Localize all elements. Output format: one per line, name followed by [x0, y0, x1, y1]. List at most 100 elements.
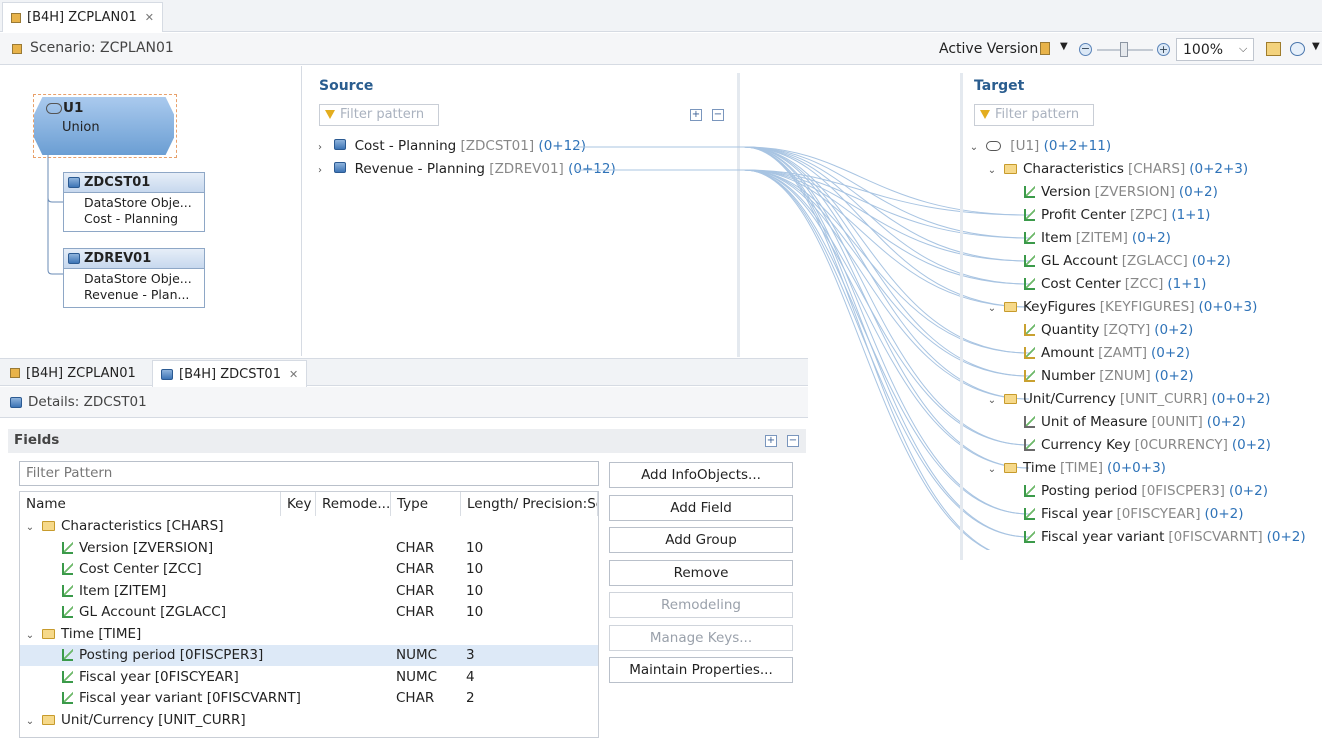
- chevron-down-icon[interactable]: ⌄: [986, 160, 998, 182]
- zoom-in-icon[interactable]: +: [1157, 43, 1170, 56]
- zoom-select[interactable]: 100% ⌵: [1176, 38, 1254, 61]
- collapse-all-icon[interactable]: −: [787, 435, 799, 447]
- zoom-out-icon[interactable]: −: [1079, 43, 1092, 56]
- tab-zcplan01[interactable]: [B4H] ZCPLAN01: [2, 360, 144, 386]
- zoom-slider-thumb[interactable]: [1120, 42, 1128, 57]
- field-name: GL Account [ZGLACC]: [79, 604, 226, 620]
- characteristic-icon: [62, 563, 73, 575]
- version-icon[interactable]: [1040, 42, 1050, 55]
- target-item-count: (0+2): [1231, 437, 1271, 453]
- fields-filter-input[interactable]: Filter Pattern: [19, 461, 599, 486]
- manage-keys-button[interactable]: Manage Keys...: [609, 624, 793, 651]
- target-field[interactable]: Quantity [ZQTY] (0+2): [1006, 319, 1193, 341]
- target-field[interactable]: GL Account [ZGLACC] (0+2): [1006, 250, 1231, 272]
- field-length: 2: [466, 690, 475, 706]
- target-group[interactable]: ⌄ Time [TIME] (0+0+3): [986, 457, 1166, 479]
- column-header-name[interactable]: Name: [20, 492, 281, 516]
- details-title: Details: ZDCST01: [28, 394, 147, 410]
- remodeling-button[interactable]: Remodeling: [609, 592, 793, 618]
- chevron-down-icon[interactable]: ▼: [1312, 41, 1320, 52]
- source-item-revenue[interactable]: › Revenue - Planning [ZDREV01] (0+12): [314, 158, 616, 180]
- datastore-icon: [334, 162, 347, 173]
- table-row[interactable]: ⌄ Characteristics [CHARS]: [20, 516, 598, 537]
- maintain-properties-button[interactable]: Maintain Properties...: [609, 657, 793, 683]
- target-group[interactable]: ⌄ KeyFigures [KEYFIGURES] (0+0+3): [986, 296, 1258, 320]
- characteristic-icon: [1024, 186, 1035, 198]
- chevron-right-icon[interactable]: ›: [314, 137, 326, 159]
- chevron-down-icon[interactable]: ▼: [1060, 41, 1068, 52]
- table-row[interactable]: Fiscal year [0FISCYEAR] NUMC 4: [20, 667, 598, 688]
- table-row[interactable]: ⌄ Time [TIME]: [20, 624, 598, 645]
- target-field[interactable]: Amount [ZAMT] (0+2): [1006, 342, 1190, 364]
- close-icon[interactable]: ✕: [289, 368, 298, 381]
- column-header-length[interactable]: Length/ Precision:Sca: [461, 492, 598, 516]
- target-group[interactable]: ⌄ Characteristics [CHARS] (0+2+3): [986, 158, 1248, 180]
- target-item-name: Unit/Currency: [1023, 391, 1116, 407]
- target-item-tech: [TIME]: [1060, 460, 1103, 476]
- tab-zdcst01[interactable]: [B4H] ZDCST01 ✕: [152, 360, 308, 387]
- search-icon[interactable]: [1290, 42, 1305, 56]
- target-field[interactable]: Profit Center [ZPC] (1+1): [1006, 204, 1210, 226]
- chevron-right-icon[interactable]: ›: [314, 160, 326, 182]
- target-group[interactable]: ⌄ Unit/Currency [UNIT_CURR] (0+0+2): [986, 388, 1271, 412]
- source-node-zdrev01[interactable]: ZDREV01 DataStore Obje... Revenue - Plan…: [63, 248, 205, 308]
- editor-tab-zcplan01[interactable]: [B4H] ZCPLAN01 ✕: [2, 2, 163, 32]
- remove-button[interactable]: Remove: [609, 559, 793, 586]
- table-row[interactable]: Fiscal year variant [0FISCVARNT] CHAR 2: [20, 688, 598, 709]
- source-filter-input[interactable]: Filter pattern: [319, 104, 439, 126]
- keyfigure-icon: [1024, 370, 1035, 382]
- table-row[interactable]: GL Account [ZGLACC] CHAR 10: [20, 602, 598, 623]
- target-field[interactable]: Fiscal year variant [0FISCVARNT] (0+2): [1006, 526, 1306, 548]
- target-item-tech: [ZCC]: [1124, 276, 1164, 292]
- column-header-type[interactable]: Type: [391, 492, 461, 516]
- chevron-down-icon[interactable]: ⌄: [986, 459, 998, 481]
- layout-icon[interactable]: [1266, 42, 1281, 56]
- chevron-down-icon[interactable]: ⌄: [24, 517, 36, 538]
- table-row[interactable]: Posting period [0FISCPER3] NUMC 3: [20, 645, 598, 666]
- source-node-zdcst01[interactable]: ZDCST01 DataStore Obje... Cost - Plannin…: [63, 172, 205, 232]
- column-header-key[interactable]: Key: [281, 492, 316, 516]
- target-filter-input[interactable]: Filter pattern: [974, 104, 1094, 126]
- target-item-count: (0+2): [1178, 184, 1218, 200]
- target-field[interactable]: Unit of Measure [0UNIT] (0+2): [1006, 411, 1246, 433]
- expand-all-icon[interactable]: +: [765, 435, 777, 447]
- chevron-down-icon[interactable]: ⌄: [24, 711, 36, 732]
- target-field[interactable]: Number [ZNUM] (0+2): [1006, 365, 1194, 387]
- chevron-down-icon[interactable]: ⌄: [968, 137, 980, 159]
- target-item-count: (0+2): [1131, 230, 1171, 246]
- node-type: DataStore Obje...: [84, 271, 192, 286]
- table-row[interactable]: Version [ZVERSION] CHAR 10: [20, 538, 598, 559]
- add-group-button[interactable]: Add Group: [609, 527, 793, 553]
- table-row[interactable]: ⌄ Unit/Currency [UNIT_CURR]: [20, 710, 598, 731]
- folder-icon: [1004, 463, 1017, 473]
- close-icon[interactable]: ✕: [145, 11, 154, 24]
- expand-all-icon[interactable]: +: [690, 109, 702, 121]
- target-item-tech: [ZQTY]: [1103, 322, 1151, 338]
- chevron-down-icon[interactable]: ⌄: [986, 298, 998, 320]
- target-item-name: GL Account: [1041, 253, 1118, 269]
- target-field[interactable]: Fiscal year [0FISCYEAR] (0+2): [1006, 503, 1244, 525]
- target-field[interactable]: Currency Key [0CURRENCY] (0+2): [1006, 434, 1271, 456]
- column-header-remodel[interactable]: Remode...: [316, 492, 391, 516]
- chevron-down-icon[interactable]: ⌄: [986, 390, 998, 412]
- add-field-button[interactable]: Add Field: [609, 494, 793, 521]
- chevron-down-icon[interactable]: ⌄: [24, 625, 36, 646]
- table-row[interactable]: Item [ZITEM] CHAR 10: [20, 581, 598, 602]
- target-item-count: (1+1): [1167, 276, 1207, 292]
- target-field[interactable]: Item [ZITEM] (0+2): [1006, 227, 1171, 249]
- node-desc: Revenue - Plan...: [84, 287, 190, 302]
- target-field[interactable]: Version [ZVERSION] (0+2): [1006, 181, 1218, 203]
- target-field[interactable]: Cost Center [ZCC] (1+1): [1006, 273, 1206, 295]
- field-type: CHAR: [396, 561, 435, 577]
- collapse-all-icon[interactable]: −: [712, 109, 724, 121]
- table-row[interactable]: Cost Center [ZCC] CHAR 10: [20, 559, 598, 580]
- scenario-icon: [10, 368, 20, 378]
- add-infoobjects-button[interactable]: Add InfoObjects...: [609, 462, 793, 488]
- source-item-cost[interactable]: › Cost - Planning [ZDCST01] (0+12): [314, 135, 586, 157]
- editor-tab-bar: [B4H] ZCPLAN01 ✕: [0, 0, 1322, 32]
- unit-icon: [1024, 439, 1035, 451]
- target-root[interactable]: ⌄ [U1] (0+2+11): [968, 135, 1111, 157]
- field-type: CHAR: [396, 604, 435, 620]
- target-item-name: Fiscal year: [1041, 506, 1113, 522]
- target-field[interactable]: Posting period [0FISCPER3] (0+2): [1006, 480, 1268, 502]
